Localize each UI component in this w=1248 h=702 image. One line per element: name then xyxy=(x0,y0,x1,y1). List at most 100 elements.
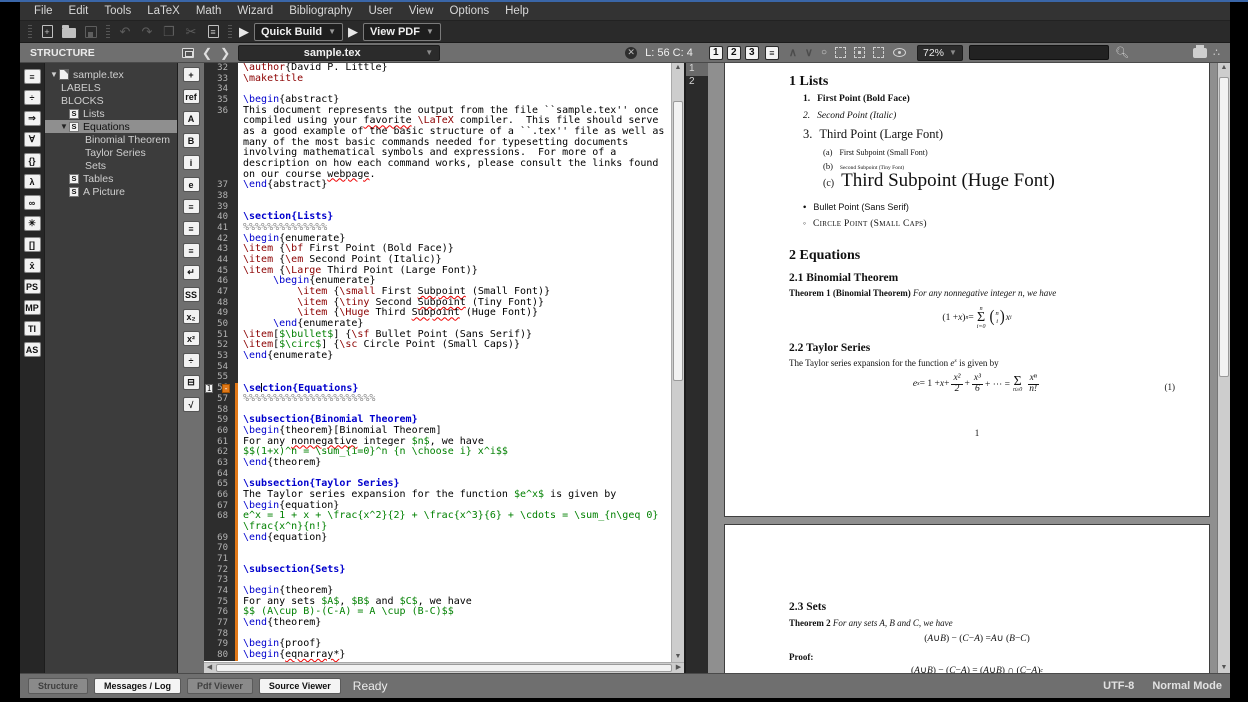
accents-icon[interactable]: x̂ xyxy=(24,258,41,273)
emphasis-icon[interactable]: e xyxy=(183,177,200,192)
scroll-right-arrow[interactable]: ▶ xyxy=(673,663,684,673)
greek-letters-icon[interactable]: λ xyxy=(24,174,41,189)
scroll-up-arrow[interactable]: ▲ xyxy=(1218,63,1230,73)
code-line-37[interactable]: 37\end{abstract} xyxy=(204,180,671,191)
pdf-search-input[interactable] xyxy=(969,45,1109,60)
close-document-button[interactable]: ✕ xyxy=(625,47,637,59)
code-line-55[interactable]: 55 xyxy=(204,372,671,383)
structure-item-tables[interactable]: STables xyxy=(45,172,177,185)
structure-item-a-picture[interactable]: SA Picture xyxy=(45,185,177,198)
label-icon[interactable]: + xyxy=(183,67,200,82)
code-line-70[interactable]: 70 xyxy=(204,543,671,554)
menu-view[interactable]: View xyxy=(401,2,442,20)
search-icon[interactable]: 🔍︎ xyxy=(1115,46,1129,59)
source-editor[interactable]: 32\author{David P. Little}33\maketitle34… xyxy=(204,63,684,673)
menu-math[interactable]: Math xyxy=(188,2,230,20)
superscript-icon[interactable]: x² xyxy=(183,331,200,346)
pdf-page-button-1[interactable]: 1 xyxy=(709,46,723,60)
undo-button[interactable]: ↶ xyxy=(115,23,135,41)
dfrac-icon[interactable]: ⊟ xyxy=(183,375,200,390)
asymptote-icon[interactable]: AS xyxy=(24,342,41,357)
run-quick-build-button[interactable]: ▶ xyxy=(239,24,249,40)
previous-page-button[interactable]: ∧ xyxy=(789,46,797,59)
sqrt-icon[interactable]: √ xyxy=(183,397,200,412)
pdf-page-button-2[interactable]: 2 xyxy=(727,46,741,60)
next-document-button[interactable]: ❯ xyxy=(220,46,230,60)
scroll-left-arrow[interactable]: ◀ xyxy=(204,663,215,673)
tree-expand-icon[interactable]: ▼ xyxy=(49,70,59,79)
structure-item-labels[interactable]: LABELS xyxy=(45,81,177,94)
bookmark-icon[interactable]: 1 xyxy=(205,384,213,393)
pdf-page-list-item-2[interactable]: 2 xyxy=(686,76,708,89)
scroll-down-arrow[interactable]: ▼ xyxy=(672,652,684,662)
menu-options[interactable]: Options xyxy=(441,2,497,20)
code-area[interactable]: 32\author{David P. Little}33\maketitle34… xyxy=(204,63,671,662)
status-tab-source-viewer[interactable]: Source Viewer xyxy=(259,678,341,694)
smallcaps-icon[interactable]: SS xyxy=(183,287,200,302)
code-line-57[interactable]: 57%%%%%%%%%%%%%%%%%%%%%% xyxy=(204,394,671,405)
pdf-scrollbar-thumb[interactable] xyxy=(1219,77,1229,377)
status-tab-pdf-viewer[interactable]: Pdf Viewer xyxy=(187,678,253,694)
newline-icon[interactable]: ↵ xyxy=(183,265,200,280)
scroll-down-arrow[interactable]: ▼ xyxy=(1218,663,1230,673)
frac-icon[interactable]: ÷ xyxy=(183,353,200,368)
menu-user[interactable]: User xyxy=(360,2,400,20)
tikz-icon[interactable]: TI xyxy=(24,321,41,336)
code-line-33[interactable]: 33\maketitle xyxy=(204,74,671,85)
new-document-button[interactable]: + xyxy=(37,23,57,41)
font-icon[interactable]: A xyxy=(183,111,200,126)
structure-item-lists[interactable]: SLists xyxy=(45,107,177,120)
special-symbols-icon[interactable]: ✳ xyxy=(24,216,41,231)
editor-vertical-scrollbar[interactable]: ▲ ▼ xyxy=(671,63,684,662)
structure-item-sets[interactable]: Sets xyxy=(45,159,177,172)
editor-horizontal-scrollbar[interactable]: ◀ ▶ xyxy=(204,662,684,673)
external-viewer-icon[interactable]: ∴ xyxy=(1213,46,1220,59)
status-tab-structure[interactable]: Structure xyxy=(28,678,88,694)
code-line-72[interactable]: 72\subsection{Sets} xyxy=(204,565,671,576)
previous-document-button[interactable]: ❮ xyxy=(202,46,212,60)
structure-item-binomial-theorem[interactable]: Binomial Theorem xyxy=(45,133,177,146)
metapost-icon[interactable]: MP xyxy=(24,300,41,315)
align-left-icon[interactable]: ≡ xyxy=(183,199,200,214)
menu-latex[interactable]: LaTeX xyxy=(139,2,188,20)
menu-file[interactable]: File xyxy=(26,2,61,20)
zoom-level-dropdown[interactable]: 72% ▼ xyxy=(917,45,963,61)
structure-item-equations[interactable]: ▼SEquations xyxy=(45,120,177,133)
print-icon[interactable] xyxy=(1193,48,1207,58)
save-button[interactable] xyxy=(81,23,101,41)
next-page-button[interactable]: ∨ xyxy=(805,46,813,59)
quick-build-dropdown[interactable]: Quick Build▼ xyxy=(254,23,343,41)
structure-item-taylor-series[interactable]: Taylor Series xyxy=(45,146,177,159)
ref-icon[interactable]: ref xyxy=(183,89,200,104)
delimiters-icon[interactable]: {} xyxy=(24,153,41,168)
fold-marker-icon[interactable]: - xyxy=(222,384,230,393)
bold-icon[interactable]: B xyxy=(183,133,200,148)
most-used-symbols-icon[interactable]: ≡ xyxy=(24,69,41,84)
view-pdf-dropdown[interactable]: View PDF▼ xyxy=(363,23,441,41)
code-line-80[interactable]: 80\begin{eqnarray*} xyxy=(204,650,671,661)
misc-symbols-icon[interactable]: ∀ xyxy=(24,132,41,147)
scroll-up-arrow[interactable]: ▲ xyxy=(672,63,684,73)
fit-page-icon[interactable] xyxy=(854,47,865,58)
cut-button[interactable]: ✂ xyxy=(181,23,201,41)
code-line-69[interactable]: 69\end{equation} xyxy=(204,533,671,544)
menu-edit[interactable]: Edit xyxy=(61,2,97,20)
redo-button[interactable]: ↷ xyxy=(137,23,157,41)
align-center-icon[interactable]: ≡ xyxy=(183,221,200,236)
subscript-icon[interactable]: x₂ xyxy=(183,309,200,324)
menu-help[interactable]: Help xyxy=(497,2,537,20)
relation-symbols-icon[interactable]: ÷ xyxy=(24,90,41,105)
structure-item-sample-tex[interactable]: ▼sample.tex xyxy=(45,68,177,81)
pdf-viewer[interactable]: 1 Lists 1.First Point (Bold Face)2.Secon… xyxy=(708,63,1217,673)
open-file-selector[interactable]: sample.tex ▼ xyxy=(238,45,440,61)
presentation-mode-icon[interactable] xyxy=(873,47,884,58)
align-right-icon[interactable]: ≡ xyxy=(183,243,200,258)
pdf-page-button-3[interactable]: 3 xyxy=(745,46,759,60)
eye-icon[interactable] xyxy=(893,48,906,57)
status-tab-messages-log[interactable]: Messages / Log xyxy=(94,678,181,694)
tree-expand-icon[interactable]: ▼ xyxy=(59,122,69,131)
menu-wizard[interactable]: Wizard xyxy=(229,2,281,20)
editor-scrollbar-thumb[interactable] xyxy=(673,101,683,381)
menu-tools[interactable]: Tools xyxy=(96,2,139,20)
continuous-mode-icon[interactable]: ○ xyxy=(821,47,827,58)
